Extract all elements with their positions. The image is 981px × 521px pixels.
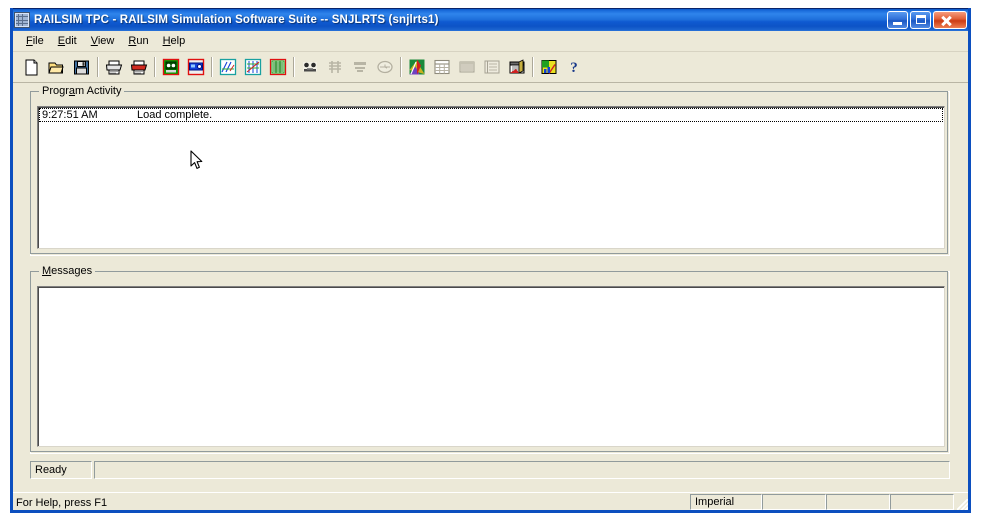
window-title: RAILSIM TPC - RAILSIM Simulation Softwar… <box>34 14 439 26</box>
close-button[interactable] <box>933 11 967 29</box>
trains-button[interactable] <box>184 56 207 78</box>
messages-group: Messages <box>30 265 950 454</box>
title-bar[interactable]: RAILSIM TPC - RAILSIM Simulation Softwar… <box>11 9 970 31</box>
status-pane-3 <box>826 494 890 510</box>
program-activity-label: Program Activity <box>39 85 125 97</box>
save-button[interactable] <box>70 56 93 78</box>
open-folder-icon <box>48 59 65 76</box>
status-units: Imperial <box>690 494 762 510</box>
step-run-icon <box>326 58 344 76</box>
run-simulation-button[interactable] <box>298 56 321 78</box>
list-view-icon <box>483 58 501 76</box>
table-view-button[interactable] <box>430 56 453 78</box>
clock-icon <box>376 58 394 76</box>
client-area: Program Activity 9:27:51 AM Load complet… <box>11 83 970 492</box>
toolbar-separator <box>94 56 101 78</box>
toolbar-separator <box>397 56 404 78</box>
toolbar-separator <box>290 56 297 78</box>
track-chart-icon <box>219 58 237 76</box>
reports-button[interactable] <box>505 56 528 78</box>
resize-grip[interactable] <box>954 493 970 512</box>
timetable-icon <box>269 58 287 76</box>
inner-status-bar: Ready <box>30 461 950 479</box>
messages-label: Messages <box>39 265 96 277</box>
schedule-button[interactable] <box>241 56 264 78</box>
track-chart-button[interactable] <box>216 56 239 78</box>
graph-button[interactable] <box>537 56 560 78</box>
stop-run-icon <box>351 58 369 76</box>
menu-bar: File Edit View Run Help <box>11 31 970 52</box>
menu-item-run[interactable]: Run <box>121 32 155 50</box>
map-view-icon <box>408 58 426 76</box>
minimize-button[interactable] <box>887 11 908 29</box>
inner-status-detail <box>94 461 950 479</box>
menu-item-view[interactable]: View <box>84 32 122 50</box>
screen: RAILSIM TPC - RAILSIM Simulation Softwar… <box>0 0 981 521</box>
toolbar-separator <box>208 56 215 78</box>
list-item[interactable]: 9:27:51 AM Load complete. <box>39 108 943 122</box>
application-window: RAILSIM TPC - RAILSIM Simulation Softwar… <box>10 8 971 513</box>
schedule-grid-icon <box>244 58 262 76</box>
program-activity-list[interactable]: 9:27:51 AM Load complete. <box>37 106 945 249</box>
timetable-button[interactable] <box>266 56 289 78</box>
program-activity-group: Program Activity 9:27:51 AM Load complet… <box>30 85 950 256</box>
run-simulation-icon <box>301 58 319 76</box>
inner-status-state: Ready <box>30 461 92 479</box>
status-bar: For Help, press F1 Imperial <box>11 492 970 512</box>
activity-message: Load complete. <box>137 109 213 121</box>
save-disk-icon <box>73 59 90 76</box>
print-preview-icon <box>130 59 148 76</box>
new-document-icon <box>23 59 40 76</box>
menu-item-help[interactable]: Help <box>156 32 193 50</box>
toolbar: ? <box>11 52 970 83</box>
clock-button[interactable] <box>373 56 396 78</box>
menu-item-edit[interactable]: Edit <box>51 32 84 50</box>
svg-text:?: ? <box>570 60 578 76</box>
signals-button[interactable] <box>159 56 182 78</box>
step-button[interactable] <box>323 56 346 78</box>
calendar-report-icon <box>508 58 526 76</box>
signal-green-icon <box>162 58 180 76</box>
about-button[interactable]: ? <box>562 56 585 78</box>
report-button[interactable] <box>455 56 478 78</box>
help-question-icon: ? <box>565 58 583 76</box>
messages-list[interactable] <box>37 286 945 447</box>
activity-time: 9:27:51 AM <box>42 109 98 121</box>
toolbar-separator <box>151 56 158 78</box>
status-hint: For Help, press F1 <box>16 496 108 509</box>
window-controls <box>887 11 967 29</box>
menu-item-file[interactable]: File <box>19 32 51 50</box>
map-view-button[interactable] <box>405 56 428 78</box>
report-grid-icon <box>458 58 476 76</box>
maximize-button[interactable] <box>910 11 931 29</box>
open-folder-button[interactable] <box>45 56 68 78</box>
stop-button[interactable] <box>348 56 371 78</box>
status-pane-2 <box>762 494 826 510</box>
new-document-button[interactable] <box>20 56 43 78</box>
train-blue-icon <box>187 58 205 76</box>
chart-graph-icon <box>540 58 558 76</box>
print-button[interactable] <box>102 56 125 78</box>
print-preview-button[interactable] <box>127 56 150 78</box>
status-pane-4 <box>890 494 954 510</box>
toolbar-separator <box>529 56 536 78</box>
grid-table-icon <box>14 12 30 28</box>
print-icon <box>105 59 123 76</box>
table-view-icon <box>433 58 451 76</box>
list-view-button[interactable] <box>480 56 503 78</box>
